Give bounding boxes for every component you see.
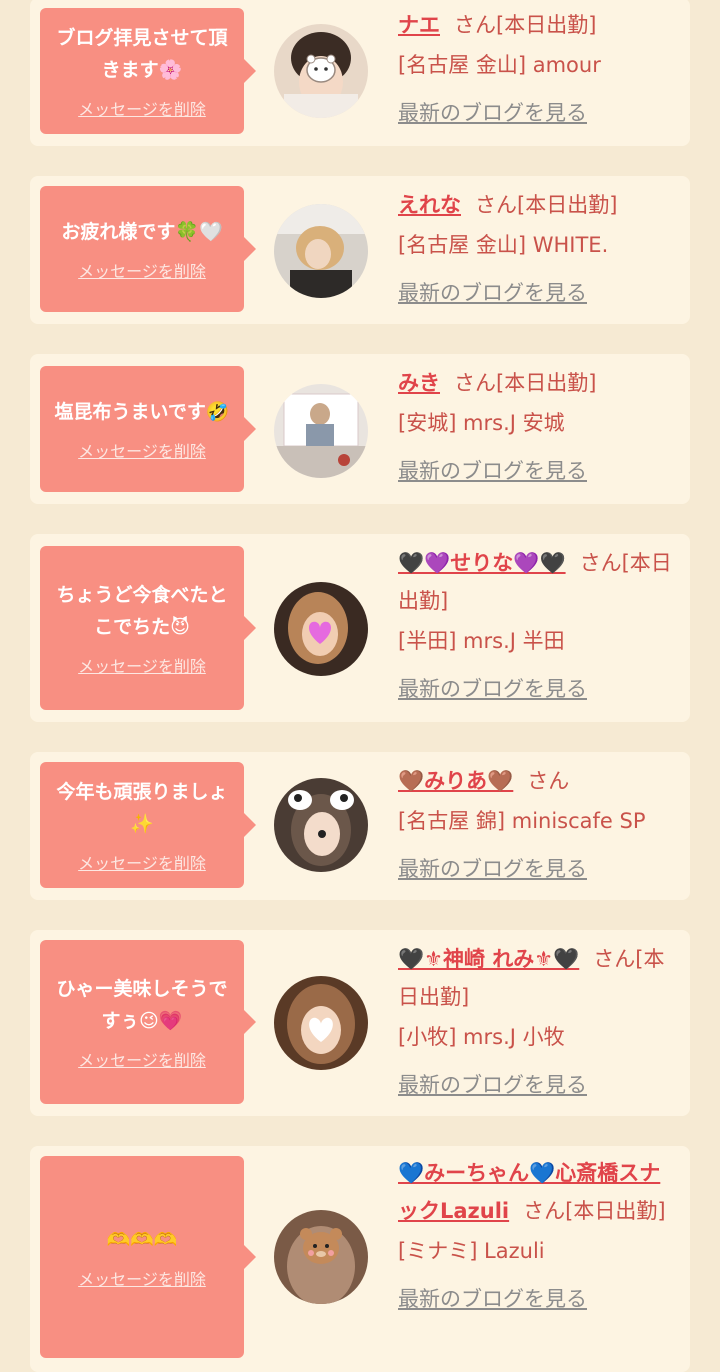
message-bubble: 塩昆布うまいです🤣 メッセージを削除 (40, 366, 256, 492)
honorific: さん (454, 371, 496, 395)
girl-info: 🖤⚜神崎 れみ⚜🖤 さん[本日出勤] [小牧] mrs.J 小牧 最新のブログを見… (398, 940, 680, 1104)
message-card: 今年も頑張りましょ✨ メッセージを削除 🤎みりあ🤎 さん [名古屋 錦] mini… (30, 752, 690, 900)
delete-message-link[interactable]: メッセージを削除 (78, 258, 206, 282)
face-sticker-icon (274, 24, 368, 118)
shop-label: [名古屋 金山] WHITE. (398, 233, 609, 257)
shop-label: [安城] mrs.J 安城 (398, 411, 565, 435)
honorific: さん (523, 1199, 566, 1223)
bear-sticker-icon (274, 1210, 368, 1304)
message-bubble: 今年も頑張りましょ✨ メッセージを削除 (40, 762, 256, 888)
girl-name-link[interactable]: 🤎みりあ🤎 (398, 769, 513, 793)
avatar-photo-icon (274, 384, 368, 478)
status-badge: [本日出勤] (565, 1199, 666, 1223)
latest-blog-link[interactable]: 最新のブログを見る (398, 670, 680, 708)
message-card: お疲れ様です🍀🤍 メッセージを削除 えれな さん[本日出勤] [名古屋 金山] W… (30, 176, 690, 324)
girl-name-link[interactable]: えれな (398, 193, 461, 217)
message-text: 塩昆布うまいです🤣 (54, 401, 230, 423)
girl-info: ナエ さん[本日出勤] [名古屋 金山] amour 最新のブログを見る (398, 6, 680, 132)
message-bubble: 🫶🫶🫶 メッセージを削除 (40, 1156, 256, 1358)
message-card: ちょうど今食べたとこでちた😈 メッセージを削除 🖤💜せりな💜🖤 さん[本日出勤] … (30, 534, 690, 722)
shop-label: [名古屋 錦] miniscafe SP (398, 809, 646, 833)
message-text: お疲れ様です🍀🤍 (61, 221, 223, 243)
latest-blog-link[interactable]: 最新のブログを見る (398, 850, 680, 888)
message-text: 🫶🫶🫶 (106, 1229, 178, 1251)
girl-name-link[interactable]: 🖤💜せりな💜🖤 (398, 551, 566, 575)
message-card: ひゃー美味しそうですぅ😉💗 メッセージを削除 🖤⚜神崎 れみ⚜🖤 さん[本日出勤]… (30, 930, 690, 1116)
latest-blog-link[interactable]: 最新のブログを見る (398, 274, 680, 312)
message-card: 🫶🫶🫶 メッセージを削除 💙みーちゃん💙心斎橋スナックLazuli さん[本日出勤… (30, 1146, 690, 1372)
message-text: ちょうど今食べたとこでちた😈 (56, 584, 228, 638)
latest-blog-link[interactable]: 最新のブログを見る (398, 1280, 680, 1318)
avatar[interactable] (274, 204, 368, 298)
message-bubble: お疲れ様です🍀🤍 メッセージを削除 (40, 186, 256, 312)
honorific: さん (579, 551, 622, 575)
message-card: 塩昆布うまいです🤣 メッセージを削除 みき さん[本日出勤] [安城] mrs.J… (30, 354, 690, 504)
delete-message-link[interactable]: メッセージを削除 (78, 96, 206, 120)
avatar[interactable] (274, 582, 368, 676)
girl-info: 💙みーちゃん💙心斎橋スナックLazuli さん[本日出勤] [ミナミ] Lazul… (398, 1154, 680, 1318)
message-text: 今年も頑張りましょ✨ (56, 781, 228, 835)
avatar[interactable] (274, 384, 368, 478)
girl-info: 🤎みりあ🤎 さん [名古屋 錦] miniscafe SP 最新のブログを見る (398, 762, 680, 888)
message-bubble: ちょうど今食べたとこでちた😈 メッセージを削除 (40, 546, 256, 710)
message-card: ブログ拝見させて頂きます🌸 メッセージを削除 ナエ さん[本日出勤] [名古屋 金… (30, 0, 690, 146)
latest-blog-link[interactable]: 最新のブログを見る (398, 452, 680, 490)
avatar[interactable] (274, 778, 368, 872)
heart-sticker-icon (274, 976, 368, 1070)
girl-info: えれな さん[本日出勤] [名古屋 金山] WHITE. 最新のブログを見る (398, 186, 680, 312)
dog-ears-sticker-icon (274, 778, 368, 872)
status-badge: [本日出勤] (496, 371, 597, 395)
delete-message-link[interactable]: メッセージを削除 (78, 1266, 206, 1290)
avatar[interactable] (274, 1210, 368, 1304)
girl-info: 🖤💜せりな💜🖤 さん[本日出勤] [半田] mrs.J 半田 最新のブログを見る (398, 544, 680, 708)
latest-blog-link[interactable]: 最新のブログを見る (398, 94, 680, 132)
avatar-photo-icon (274, 204, 368, 298)
shop-label: [ミナミ] Lazuli (398, 1239, 545, 1263)
shop-label: [半田] mrs.J 半田 (398, 629, 565, 653)
delete-message-link[interactable]: メッセージを削除 (78, 850, 206, 874)
shop-label: [名古屋 金山] amour (398, 53, 601, 77)
honorific: さん (593, 947, 636, 971)
avatar[interactable] (274, 24, 368, 118)
delete-message-link[interactable]: メッセージを削除 (78, 438, 206, 462)
avatar[interactable] (274, 976, 368, 1070)
girl-name-link[interactable]: みき (398, 371, 440, 395)
girl-name-link[interactable]: ナエ (398, 13, 440, 37)
message-bubble: ひゃー美味しそうですぅ😉💗 メッセージを削除 (40, 940, 256, 1104)
delete-message-link[interactable]: メッセージを削除 (78, 653, 206, 677)
girl-info: みき さん[本日出勤] [安城] mrs.J 安城 最新のブログを見る (398, 364, 680, 490)
shop-label: [小牧] mrs.J 小牧 (398, 1025, 565, 1049)
message-text: ひゃー美味しそうですぅ😉💗 (56, 978, 228, 1032)
girl-name-link[interactable]: 🖤⚜神崎 れみ⚜🖤 (398, 947, 579, 971)
honorific: さん (475, 193, 517, 217)
status-badge: [本日出勤] (496, 13, 597, 37)
latest-blog-link[interactable]: 最新のブログを見る (398, 1066, 680, 1104)
delete-message-link[interactable]: メッセージを削除 (78, 1047, 206, 1071)
message-bubble: ブログ拝見させて頂きます🌸 メッセージを削除 (40, 8, 256, 134)
status-badge: [本日出勤] (517, 193, 618, 217)
honorific: さん (454, 13, 496, 37)
heart-sticker-icon (274, 582, 368, 676)
honorific: さん (527, 769, 570, 793)
message-text: ブログ拝見させて頂きます🌸 (56, 27, 228, 81)
